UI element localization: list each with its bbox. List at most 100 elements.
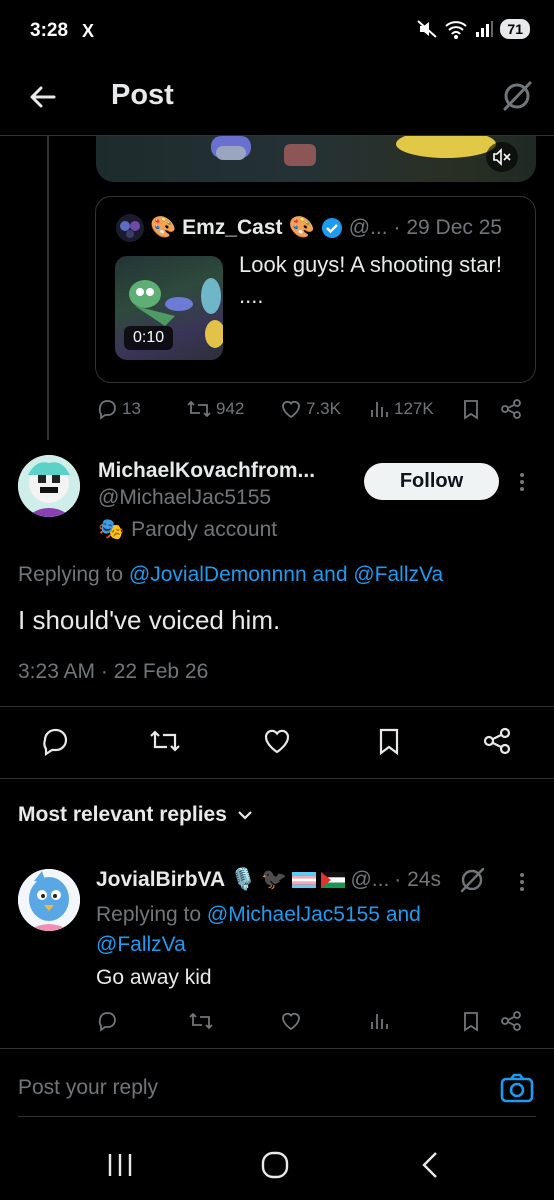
mute-video-icon[interactable] bbox=[486, 142, 518, 172]
reply-handle: @... bbox=[350, 868, 390, 891]
reply-button[interactable]: 13 bbox=[96, 398, 141, 420]
reply-text: Go away kid bbox=[96, 966, 212, 989]
trans-flag-icon bbox=[292, 872, 317, 888]
bookmark-icon bbox=[379, 728, 399, 756]
heart-icon bbox=[282, 400, 300, 419]
repost-button[interactable] bbox=[148, 726, 182, 756]
views-button[interactable]: 127K bbox=[368, 398, 434, 420]
reply-replying-to: Replying to @MichaelJac5155 and @FallzVa bbox=[96, 900, 496, 960]
author-handle[interactable]: @MichaelJac5155 bbox=[98, 486, 271, 510]
system-navigation-bar bbox=[0, 1140, 554, 1200]
share-icon bbox=[501, 399, 521, 419]
battery-indicator: 71 bbox=[500, 19, 530, 39]
reply-count: 13 bbox=[122, 399, 141, 418]
grok-icon[interactable] bbox=[500, 79, 534, 113]
views-button[interactable] bbox=[368, 1010, 390, 1032]
repost-icon bbox=[150, 730, 180, 752]
back-arrow-icon[interactable] bbox=[28, 82, 58, 112]
parody-label: 🎭 Parody account bbox=[98, 518, 277, 542]
reply-input[interactable]: Post your reply bbox=[18, 1076, 158, 1100]
parent-post-actions: 13 942 7.3K 127K bbox=[96, 396, 536, 424]
bookmark-icon bbox=[464, 400, 478, 420]
quoted-text: Look guys! A shooting star! bbox=[239, 252, 502, 277]
like-count: 7.3K bbox=[306, 399, 341, 418]
reply-time: · 24s bbox=[394, 868, 441, 891]
divider bbox=[0, 778, 554, 779]
signal-icon bbox=[476, 21, 494, 37]
post-timestamp: 3:23 AM · 22 Feb 26 bbox=[18, 660, 209, 683]
share-icon bbox=[483, 727, 511, 755]
share-button[interactable] bbox=[482, 726, 512, 756]
chevron-down-icon bbox=[238, 811, 252, 820]
repost-button[interactable]: 942 bbox=[186, 398, 244, 420]
mute-icon bbox=[417, 20, 438, 38]
reply-sort-dropdown[interactable]: Most relevant replies bbox=[18, 803, 253, 827]
repost-icon bbox=[187, 400, 211, 418]
quoted-post[interactable]: 🎨 Emz_Cast 🎨 @... · 29 Dec 25 0:10 Look … bbox=[95, 196, 536, 383]
wifi-icon bbox=[445, 21, 468, 39]
reply-actions bbox=[96, 1008, 536, 1036]
microphone-emoji-icon: 🎙️ bbox=[230, 868, 257, 891]
parody-label-text: Parody account bbox=[131, 518, 278, 541]
like-button[interactable] bbox=[280, 1010, 302, 1032]
repost-button[interactable] bbox=[188, 1010, 214, 1032]
main-post-actions bbox=[0, 724, 554, 760]
reply-button[interactable] bbox=[96, 1010, 118, 1032]
verified-badge-icon bbox=[321, 218, 342, 238]
views-icon bbox=[371, 402, 388, 417]
reply-author-name[interactable]: JovialBirbVA bbox=[96, 868, 225, 892]
quoted-text-more: .... bbox=[239, 283, 264, 308]
divider bbox=[18, 1116, 536, 1117]
palette-emoji-icon: 🎨 bbox=[288, 216, 315, 239]
avatar[interactable] bbox=[18, 869, 80, 931]
quoted-post-header: 🎨 Emz_Cast 🎨 @... · 29 Dec 25 bbox=[116, 214, 502, 242]
bird-emoji-icon: 🐦‍⬛ bbox=[261, 868, 288, 891]
video-duration: 0:10 bbox=[124, 326, 174, 350]
recent-apps-icon[interactable] bbox=[106, 1152, 134, 1178]
system-back-icon[interactable] bbox=[420, 1150, 442, 1180]
heart-icon bbox=[264, 729, 290, 754]
reply-button[interactable] bbox=[40, 726, 70, 756]
views-count: 127K bbox=[394, 399, 434, 418]
thread-line bbox=[47, 136, 49, 440]
video-media[interactable] bbox=[96, 136, 536, 182]
avatar[interactable] bbox=[116, 214, 144, 242]
author-name[interactable]: MichaelKovachfrom... bbox=[98, 459, 315, 483]
grok-icon[interactable] bbox=[458, 866, 486, 894]
share-icon bbox=[501, 1011, 521, 1031]
status-time: 3:28 bbox=[30, 20, 69, 41]
repost-count: 942 bbox=[216, 399, 245, 418]
bookmark-button[interactable] bbox=[460, 1010, 482, 1032]
like-button[interactable]: 7.3K bbox=[280, 398, 341, 420]
follow-button[interactable]: Follow bbox=[364, 463, 499, 500]
palette-emoji-icon: 🎨 bbox=[150, 216, 177, 239]
replying-prefix: Replying to bbox=[96, 903, 202, 926]
share-button[interactable] bbox=[500, 398, 522, 420]
video-thumbnail[interactable]: 0:10 bbox=[115, 256, 223, 360]
x-logo-icon: X bbox=[82, 21, 95, 41]
camera-icon[interactable] bbox=[500, 1072, 534, 1104]
divider bbox=[0, 1048, 554, 1049]
status-bar: 3:28 X 71 bbox=[0, 0, 554, 64]
like-button[interactable] bbox=[262, 726, 292, 756]
divider bbox=[0, 706, 554, 707]
quoted-date: · 29 Dec 25 bbox=[393, 216, 503, 239]
bookmark-button[interactable] bbox=[460, 398, 482, 420]
quoted-text-block: Look guys! A shooting star! .... bbox=[239, 249, 519, 311]
replying-to: Replying to @JovialDemonnnn and @FallzVa bbox=[18, 563, 443, 587]
post-text: I should've voiced him. bbox=[18, 605, 281, 635]
reply-header: JovialBirbVA 🎙️ 🐦‍⬛ @... · 24s bbox=[96, 868, 441, 892]
more-options-icon[interactable] bbox=[518, 472, 526, 492]
replying-prefix: Replying to bbox=[18, 563, 124, 586]
views-icon bbox=[371, 1014, 388, 1029]
replying-to-users[interactable]: @JovialDemonnnn and @FallzVa bbox=[129, 563, 443, 586]
bookmark-icon bbox=[464, 1012, 478, 1032]
more-options-icon[interactable] bbox=[518, 872, 526, 892]
avatar[interactable] bbox=[18, 455, 80, 517]
share-button[interactable] bbox=[500, 1010, 522, 1032]
heart-icon bbox=[282, 1012, 300, 1031]
quoted-display-name[interactable]: Emz_Cast bbox=[182, 216, 282, 240]
home-icon[interactable] bbox=[260, 1150, 290, 1180]
quoted-handle: @... bbox=[348, 216, 388, 239]
bookmark-button[interactable] bbox=[374, 726, 404, 756]
